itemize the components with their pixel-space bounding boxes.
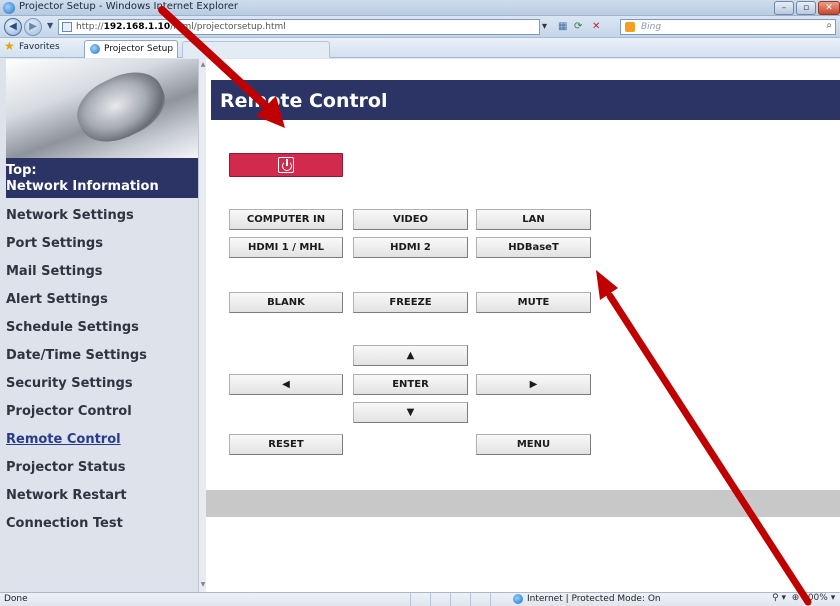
- security-zone-text[interactable]: Internet | Protected Mode: On: [527, 594, 661, 604]
- address-tools: ▾ ▦ ⟳ ✕: [540, 19, 618, 35]
- left-arrow-button[interactable]: ◀: [229, 374, 343, 395]
- ie-app-icon: [3, 2, 15, 14]
- sidebar-top-label: Top:: [6, 163, 37, 178]
- close-window-button[interactable]: ✕: [818, 1, 840, 15]
- search-icon[interactable]: ⌕: [826, 20, 832, 31]
- content-footer-bar: [206, 490, 840, 517]
- status-bar: Done Internet | Protected Mode: On ⚲ ▾ ⊕…: [0, 592, 840, 606]
- compatibility-view-icon[interactable]: ▦: [558, 19, 567, 35]
- stop-icon[interactable]: ✕: [592, 19, 600, 35]
- sidebar-item-schedule-settings[interactable]: Schedule Settings: [6, 320, 139, 335]
- enter-button[interactable]: ENTER: [353, 374, 468, 395]
- bing-icon: [625, 22, 635, 32]
- favorites-bar: ★ Favorites Projector Setup: [0, 38, 840, 58]
- search-placeholder: Bing: [641, 22, 662, 32]
- address-dropdown-icon[interactable]: ▾: [542, 19, 547, 35]
- sidebar-scrollbar[interactable]: ▲ ▼: [198, 59, 206, 592]
- page-icon: [62, 22, 72, 32]
- video-button[interactable]: VIDEO: [353, 209, 468, 230]
- internet-zone-globe-icon: [513, 594, 523, 604]
- sidebar-item-projector-control[interactable]: Projector Control: [6, 404, 132, 419]
- up-arrow-button[interactable]: ▲: [353, 345, 468, 366]
- status-cell: [430, 593, 448, 606]
- hdmi2-button[interactable]: HDMI 2: [353, 237, 468, 258]
- status-cell: [490, 593, 508, 606]
- forward-button[interactable]: ▶: [24, 18, 42, 36]
- zoom-level[interactable]: ⚲ ▾ ⊕ 100% ▾: [772, 593, 835, 603]
- sidebar-item-remote-control[interactable]: Remote Control: [6, 432, 121, 447]
- projector-lens-graphic: [67, 60, 175, 154]
- sidebar-item-network-restart[interactable]: Network Restart: [6, 488, 127, 503]
- favorites-star-icon[interactable]: ★: [4, 39, 15, 53]
- recent-pages-dropdown-icon[interactable]: ▼: [47, 21, 53, 30]
- hdbaset-button[interactable]: HDBaseT: [476, 237, 591, 258]
- down-arrow-button[interactable]: ▼: [353, 402, 468, 423]
- status-text: Done: [4, 594, 28, 604]
- window-title: Projector Setup - Windows Internet Explo…: [19, 1, 239, 12]
- favorites-label[interactable]: Favorites: [19, 42, 60, 52]
- power-button[interactable]: [229, 153, 343, 177]
- address-url[interactable]: http://192.168.1.10/html/projectorsetup.…: [76, 22, 286, 32]
- computer-in-button[interactable]: COMPUTER IN: [229, 209, 343, 230]
- blank-button[interactable]: BLANK: [229, 292, 343, 313]
- sidebar: Top: Network Information Network Setting…: [0, 59, 205, 592]
- freeze-button[interactable]: FREEZE: [353, 292, 468, 313]
- status-cell: [470, 593, 488, 606]
- sidebar-item-connection-test[interactable]: Connection Test: [6, 516, 123, 531]
- lan-button[interactable]: LAN: [476, 209, 591, 230]
- new-tab-button[interactable]: [182, 41, 330, 58]
- reset-button[interactable]: RESET: [229, 434, 343, 455]
- tab-ie-icon: [90, 44, 100, 54]
- navigation-bar: ◀ ▶ ▼ http://192.168.1.10/html/projector…: [0, 16, 840, 38]
- zoom-level-text: 100%: [802, 593, 828, 603]
- mute-button[interactable]: MUTE: [476, 292, 591, 313]
- menu-button[interactable]: MENU: [476, 434, 591, 455]
- sidebar-item-alert-settings[interactable]: Alert Settings: [6, 292, 108, 307]
- sidebar-item-projector-status[interactable]: Projector Status: [6, 460, 126, 475]
- status-cell: [450, 593, 468, 606]
- hdmi1-mhl-button[interactable]: HDMI 1 / MHL: [229, 237, 343, 258]
- sidebar-top-sublabel: Network Information: [6, 179, 159, 194]
- status-cell: [410, 593, 428, 606]
- refresh-icon[interactable]: ⟳: [574, 19, 582, 35]
- back-button[interactable]: ◀: [4, 18, 22, 36]
- sidebar-item-network-settings[interactable]: Network Settings: [6, 208, 134, 223]
- search-box[interactable]: Bing ⌕: [620, 19, 836, 35]
- tab-label: Projector Setup: [104, 44, 174, 54]
- window-titlebar: Projector Setup - Windows Internet Explo…: [0, 0, 840, 16]
- main-content: Remote Control COMPUTER IN VIDEO LAN HDM…: [206, 59, 840, 592]
- address-bar[interactable]: http://192.168.1.10/html/projectorsetup.…: [58, 19, 540, 35]
- sidebar-item-mail-settings[interactable]: Mail Settings: [6, 264, 103, 279]
- page-title: Remote Control: [220, 90, 388, 112]
- sidebar-item-security-settings[interactable]: Security Settings: [6, 376, 133, 391]
- page-header: Remote Control: [211, 80, 840, 120]
- sidebar-top-network-information[interactable]: Top: Network Information: [6, 158, 198, 198]
- power-icon: [278, 157, 294, 173]
- minimize-button[interactable]: –: [774, 1, 794, 15]
- tab-projector-setup[interactable]: Projector Setup: [84, 40, 178, 58]
- right-arrow-button[interactable]: ▶: [476, 374, 591, 395]
- maximize-button[interactable]: ▫: [796, 1, 816, 15]
- sidebar-item-port-settings[interactable]: Port Settings: [6, 236, 103, 251]
- projector-banner-image: [6, 59, 198, 158]
- sidebar-item-date-time-settings[interactable]: Date/Time Settings: [6, 348, 147, 363]
